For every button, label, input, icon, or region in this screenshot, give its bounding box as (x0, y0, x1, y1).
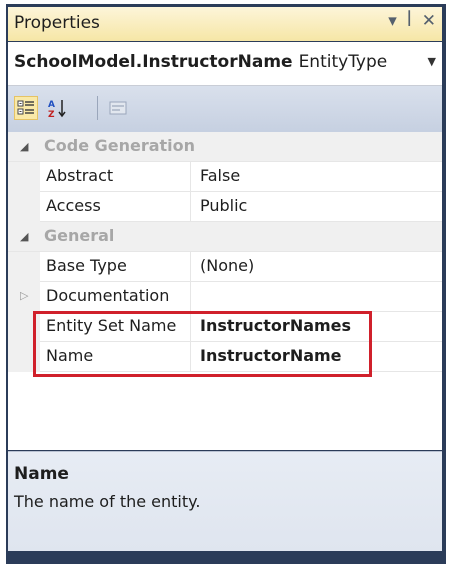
categorized-button[interactable] (14, 96, 38, 120)
category-label: Code Generation (44, 136, 196, 155)
property-value[interactable]: Public (200, 196, 247, 215)
category-label: General (44, 226, 115, 245)
window-position-dropdown-icon[interactable]: ▾ (388, 11, 397, 31)
object-selector-dropdown-icon[interactable]: ▼ (428, 55, 436, 68)
column-divider[interactable] (190, 192, 191, 222)
window-title: Properties (14, 13, 100, 33)
pin-icon[interactable]: ꟾ (407, 11, 412, 31)
property-name: Base Type (46, 256, 127, 275)
property-name: Abstract (46, 166, 114, 185)
property-row-entity-set-name[interactable]: Entity Set Name InstructorNames (8, 312, 442, 342)
property-row-access[interactable]: Access Public (8, 192, 442, 222)
property-pages-icon (109, 101, 127, 115)
collapse-icon[interactable]: ◢ (20, 230, 28, 243)
row-gutter (8, 252, 40, 282)
object-selector[interactable]: SchoolModel.InstructorName EntityType ▼ (8, 42, 442, 86)
svg-text:A: A (48, 100, 55, 110)
toolbar-separator (97, 96, 98, 120)
property-value[interactable]: InstructorName (200, 346, 342, 365)
property-grid: ◢ Code Generation Abstract False Access … (8, 132, 442, 450)
collapse-icon[interactable]: ◢ (20, 140, 28, 153)
svg-text:Z: Z (48, 110, 55, 118)
property-value[interactable]: InstructorNames (200, 316, 351, 335)
property-pages-button[interactable] (106, 96, 130, 120)
row-gutter (8, 192, 40, 222)
object-name: SchoolModel.InstructorName (14, 52, 293, 72)
category-general[interactable]: ◢ General (8, 222, 442, 252)
column-divider[interactable] (190, 252, 191, 282)
property-name: Entity Set Name (46, 316, 177, 335)
column-divider[interactable] (190, 282, 191, 312)
property-value[interactable]: False (200, 166, 240, 185)
properties-toolbar: A Z (8, 86, 442, 132)
property-name: Name (46, 346, 94, 365)
category-code-generation[interactable]: ◢ Code Generation (8, 132, 442, 162)
property-row-name[interactable]: Name InstructorName (8, 342, 442, 372)
alphabetical-icon: A Z (48, 100, 66, 118)
property-name: Documentation (46, 286, 170, 305)
property-name: Access (46, 196, 101, 215)
row-gutter (8, 342, 40, 372)
column-divider[interactable] (190, 342, 191, 372)
row-gutter (8, 312, 40, 342)
title-bar: Properties ▾ ꟾ ✕ (8, 7, 442, 41)
categorized-icon (17, 100, 34, 115)
description-text: The name of the entity. (14, 492, 201, 511)
alphabetical-button[interactable]: A Z (46, 96, 70, 120)
property-row-base-type[interactable]: Base Type (None) (8, 252, 442, 282)
object-selector-label: SchoolModel.InstructorName EntityType (14, 52, 387, 72)
row-gutter (8, 162, 40, 192)
property-row-abstract[interactable]: Abstract False (8, 162, 442, 192)
window-controls: ▾ ꟾ ✕ (388, 11, 436, 31)
close-icon[interactable]: ✕ (422, 11, 436, 31)
object-type: EntityType (298, 52, 388, 72)
property-value[interactable]: (None) (200, 256, 254, 275)
column-divider[interactable] (190, 162, 191, 192)
description-pane: Name The name of the entity. (8, 451, 442, 551)
column-divider[interactable] (190, 312, 191, 342)
property-row-documentation[interactable]: ▷ Documentation (8, 282, 442, 312)
description-title: Name (14, 464, 69, 484)
expand-icon[interactable]: ▷ (20, 289, 28, 302)
properties-window: Properties ▾ ꟾ ✕ SchoolModel.InstructorN… (6, 4, 446, 564)
